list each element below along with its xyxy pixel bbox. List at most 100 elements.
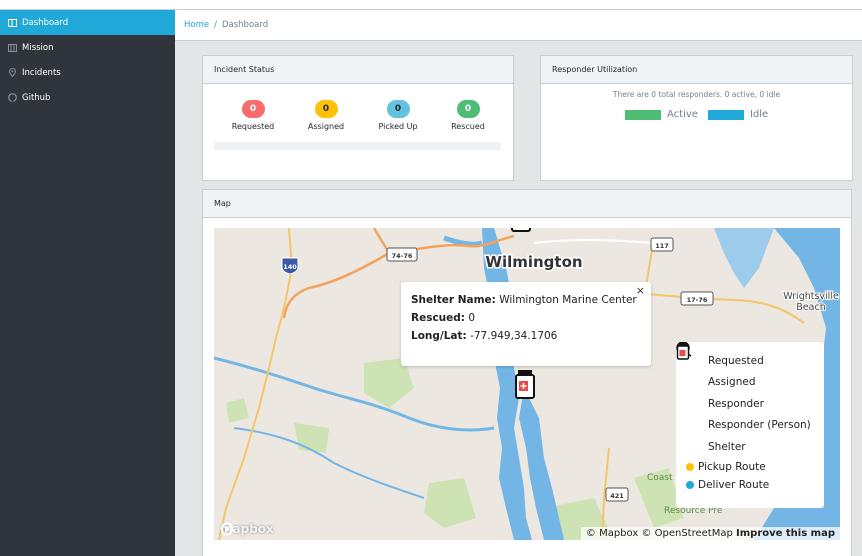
park-area <box>226 398 249 423</box>
map-title: Map <box>203 190 851 218</box>
location-pin-icon <box>7 68 17 78</box>
popup-shelter-value: Wilmington Marine Center <box>499 294 637 306</box>
stat-picked-up: 0 Picked Up <box>368 96 428 131</box>
incident-status-title: Incident Status <box>203 56 513 84</box>
attribution-mapbox-link[interactable]: © Mapbox <box>586 528 638 539</box>
responder-legend: Active Idle <box>625 109 768 120</box>
sidebar-item-label: Github <box>22 92 51 103</box>
status-badge: 0 <box>241 100 265 118</box>
shelter-icon <box>676 342 702 456</box>
stat-requested: 0 Requested <box>223 96 283 131</box>
stat-assigned: 0 Assigned <box>296 96 356 131</box>
popup-shelter-row: Shelter Name: Wilmington Marine Center <box>411 291 641 309</box>
responder-person-icon <box>676 344 702 434</box>
status-badge: 0 <box>386 100 410 118</box>
svg-text:117: 117 <box>655 242 669 250</box>
popup-rescued-value: 0 <box>468 312 476 324</box>
breadcrumb-home-link[interactable]: Home <box>184 20 209 30</box>
popup-shelter-label: Shelter Name: <box>411 294 496 306</box>
incident-status-card: Incident Status 0 Requested 0 Assigned 0… <box>202 55 514 181</box>
assigned-pin-icon <box>676 342 702 391</box>
sidebar-item-mission[interactable]: Mission <box>0 35 175 60</box>
responder-boat-icon <box>676 344 702 413</box>
creek <box>233 427 425 499</box>
responder-summary: There are 0 total responders. 0 active, … <box>612 90 781 99</box>
park-area <box>424 478 476 528</box>
legend-label: Responder (Person) <box>708 419 811 432</box>
legend-label: Requested <box>708 354 764 367</box>
popup-longlat-label: Long/Lat: <box>411 330 467 342</box>
svg-text:140: 140 <box>283 263 297 271</box>
popup-longlat-row: Long/Lat: -77.949,34.1706 <box>411 327 641 345</box>
stat-label: Assigned <box>307 122 345 131</box>
shelter-marker-selected <box>515 370 535 399</box>
svg-text:421: 421 <box>610 492 624 500</box>
sidebar-item-dashboard[interactable]: Dashboard <box>0 10 175 35</box>
bay <box>714 228 774 288</box>
street <box>533 238 655 244</box>
route-shield-421: 421 <box>605 487 629 502</box>
idle-swatch <box>707 109 744 120</box>
map-attribution: © Mapbox © OpenStreetMap Improve this ma… <box>580 527 840 540</box>
active-swatch <box>625 109 661 120</box>
map-canvas[interactable]: 140 74-76 117 17-76 421 Wilmington Wrigh… <box>214 228 840 540</box>
dashboard-icon <box>7 18 17 28</box>
highway-road <box>218 228 294 540</box>
legend-pickup-route: Pickup Route <box>686 458 814 476</box>
pickup-route-dot <box>686 462 694 471</box>
svg-text:74-76: 74-76 <box>392 252 413 260</box>
stat-label: Rescued <box>451 122 485 131</box>
legend-label: Responder <box>708 397 764 410</box>
sidebar-item-label: Dashboard <box>22 17 69 28</box>
legend-shelter: Shelter <box>676 342 814 458</box>
city-label: Wilmington <box>485 253 582 271</box>
route-shield-117: 117 <box>650 237 674 252</box>
sidebar-item-incidents[interactable]: Incidents <box>0 60 175 85</box>
breadcrumb-separator: / <box>214 20 217 30</box>
breadcrumb-current: Dashboard <box>221 20 269 30</box>
mission-icon <box>7 43 17 53</box>
park-area <box>294 423 329 453</box>
status-badge: 0 <box>456 100 480 118</box>
route-shield-17-76: 17-76 <box>680 291 714 306</box>
highway-road <box>282 251 390 319</box>
github-icon <box>7 93 17 103</box>
route-shield-74-76: 74-76 <box>386 247 418 262</box>
sidebar-item-github[interactable]: Github <box>0 85 175 110</box>
legend-label: Assigned <box>708 376 756 389</box>
map-legend: Requested Assigned Responder Responder (… <box>676 342 824 508</box>
top-bar <box>0 0 862 10</box>
responder-utilization-title: Responder Utilization <box>541 56 852 84</box>
status-badge: 0 <box>314 100 338 118</box>
stat-rescued: 0 Rescued <box>438 96 498 131</box>
legend-label: Shelter <box>708 440 746 453</box>
shelter-popup: × Shelter Name: Wilmington Marine Center… <box>401 282 651 366</box>
legend-responder: Responder <box>676 344 814 415</box>
improve-map-link[interactable]: Improve this map <box>736 528 835 539</box>
responder-utilization-card: Responder Utilization There are 0 total … <box>540 55 853 181</box>
mapbox-logo-icon <box>220 522 234 536</box>
popup-rescued-row: Rescued: 0 <box>411 309 641 327</box>
route-shield-140: 140 <box>281 257 299 275</box>
attribution-osm-link[interactable]: © OpenStreetMap <box>641 528 732 539</box>
legend-active-label: Active <box>667 109 698 120</box>
incident-progress-bar <box>214 142 501 150</box>
legend-deliver-route: Deliver Route <box>686 476 814 494</box>
popup-close-button[interactable]: × <box>636 282 645 300</box>
breadcrumb: Home / Dashboard <box>175 10 862 41</box>
legend-label: Deliver Route <box>698 478 770 491</box>
map-card: Map 140 74-76 117 17-76 421 Wilmington W… <box>202 189 852 556</box>
legend-responder-person: Responder (Person) <box>676 344 814 437</box>
shelter-marker-top <box>511 228 531 232</box>
stat-label: Requested <box>231 122 275 131</box>
mapbox-logo[interactable]: mapbox <box>220 522 274 536</box>
legend-requested: Requested <box>676 342 814 372</box>
stat-label: Picked Up <box>378 122 418 131</box>
legend-label: Pickup Route <box>698 460 766 473</box>
sidebar-item-label: Mission <box>22 42 54 53</box>
popup-rescued-label: Rescued: <box>411 312 465 324</box>
deliver-route-dot <box>686 480 694 489</box>
river <box>443 235 483 247</box>
legend-idle-label: Idle <box>749 109 769 120</box>
sidebar-item-label: Incidents <box>22 67 61 78</box>
